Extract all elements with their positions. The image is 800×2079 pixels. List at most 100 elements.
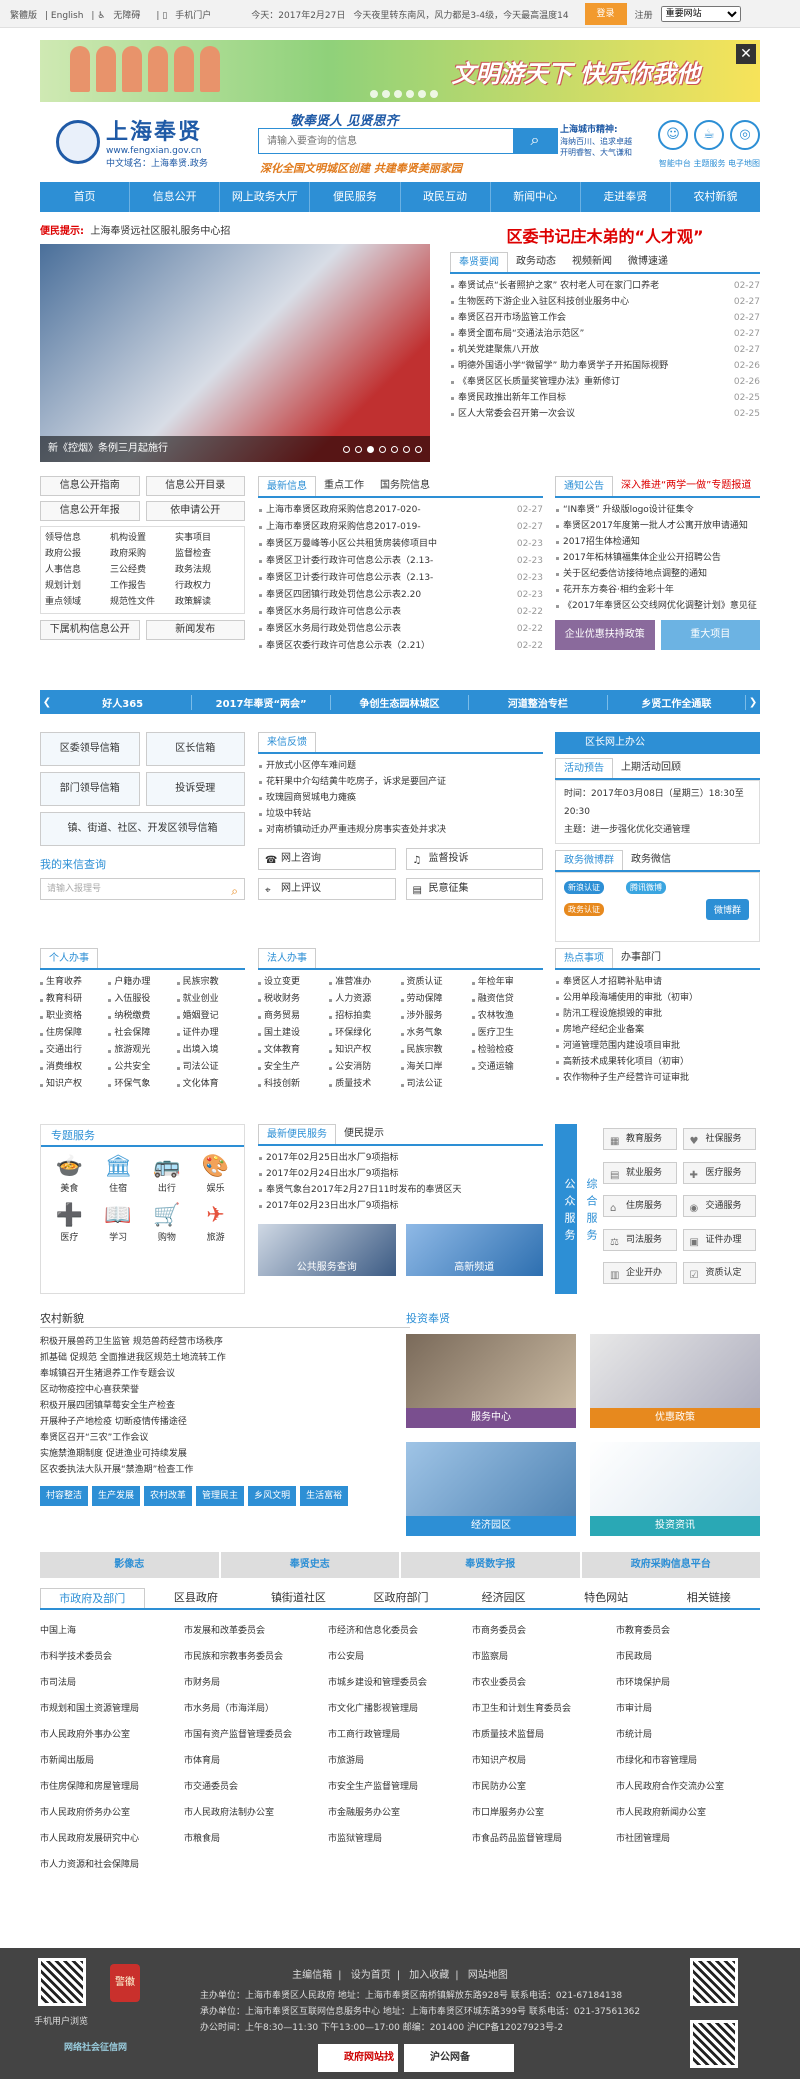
- english-link[interactable]: English: [51, 11, 84, 21]
- police-record-link[interactable]: 沪公网备 31012002003721: [404, 2044, 514, 2072]
- list-item[interactable]: 奉贤区水务局行政处罚信息公示表 02-22: [258, 621, 543, 638]
- tab-item[interactable]: 区政府部门: [350, 1588, 453, 1608]
- rural-tag-button[interactable]: 生产发展: [92, 1486, 141, 1506]
- policy-button[interactable]: 企业优惠扶持政策: [555, 620, 655, 650]
- related-link[interactable]: 市民防办公室: [472, 1774, 616, 1800]
- tab-wechat[interactable]: 政务微信: [623, 850, 679, 870]
- tab-special[interactable]: 深入推进“两学一做”专题报道: [613, 476, 759, 496]
- related-link[interactable]: 市质量技术监督局: [472, 1722, 616, 1748]
- nav-item[interactable]: 便民服务: [310, 182, 401, 212]
- grid-link[interactable]: 劳动保障: [400, 991, 472, 1008]
- grid-link[interactable]: 水务气象: [400, 1025, 472, 1042]
- grid-link[interactable]: 准营准办: [329, 974, 400, 991]
- service-tile[interactable]: 🏛 住宿: [94, 1153, 143, 1194]
- list-item[interactable]: 奉贤区召开市场监管工作会 02-27: [450, 310, 760, 326]
- feature-link[interactable]: 奉贤数字报: [401, 1552, 580, 1578]
- rural-news-item[interactable]: 区农委执法大队开展“禁渔期”检查工作: [40, 1462, 410, 1478]
- grid-link[interactable]: 公共安全: [108, 1059, 176, 1076]
- service-icon[interactable]: ☕: [694, 120, 724, 150]
- related-link[interactable]: 市食品药品监督管理局: [472, 1826, 616, 1852]
- rural-news-item[interactable]: 积极开展兽药卫生监管 规范兽药经营市场秩序: [40, 1334, 410, 1350]
- nav-item[interactable]: 农村新貌: [671, 182, 760, 212]
- related-link[interactable]: 市人民政府新闻办公室: [616, 1800, 760, 1826]
- tab-notice[interactable]: 通知公告: [555, 476, 613, 496]
- grid-link[interactable]: 行政权力: [175, 579, 240, 593]
- related-link[interactable]: 市城乡建设和管理委员会: [328, 1670, 472, 1696]
- grid-link[interactable]: 就业创业: [176, 991, 245, 1008]
- list-item[interactable]: 2017年柘林镇福集体企业公开招聘公告: [555, 550, 760, 566]
- tab-item[interactable]: 相关链接: [657, 1588, 760, 1608]
- grid-link[interactable]: 农林牧渔: [471, 1008, 543, 1025]
- related-link[interactable]: 市人民政府侨务办公室: [40, 1800, 184, 1826]
- list-item[interactable]: 奉贤试点“长者照护之家” 农村老人可在家门口养老 02-27: [450, 278, 760, 294]
- tab-item[interactable]: 特色网站: [555, 1588, 658, 1608]
- grid-link[interactable]: 监督检查: [175, 547, 240, 561]
- nav-item[interactable]: 信息公开: [130, 182, 221, 212]
- grid-link[interactable]: 知识产权: [40, 1076, 108, 1093]
- grid-link[interactable]: 人事信息: [45, 563, 110, 577]
- grid-link[interactable]: 规范性文件: [110, 595, 175, 609]
- grid-link[interactable]: 教育科研: [40, 991, 108, 1008]
- tip-text[interactable]: 上海奉贤远社区服礼服务中心招: [90, 226, 230, 237]
- related-link[interactable]: 市人民政府发展研究中心: [40, 1826, 184, 1852]
- ribbon-item[interactable]: 河道整治专栏: [469, 694, 608, 710]
- list-item[interactable]: 农作物种子生产经营许可证审批: [555, 1070, 760, 1086]
- list-item[interactable]: 垃圾中转站: [258, 806, 543, 822]
- gov-button[interactable]: 下属机构信息公开: [40, 620, 140, 640]
- grid-link[interactable]: 出境入境: [176, 1042, 245, 1059]
- tab-weibo[interactable]: 政务微博群: [555, 850, 623, 870]
- service-tile[interactable]: ✈ 旅游: [191, 1202, 240, 1243]
- public-service-button[interactable]: ⚖ 司法服务: [603, 1228, 677, 1251]
- related-link[interactable]: 市金融服务办公室: [328, 1800, 472, 1826]
- gov-button[interactable]: 信息公开目录: [145, 476, 245, 496]
- site-select[interactable]: 重要网站: [660, 6, 741, 22]
- tab-review[interactable]: 上期活动回顾: [613, 758, 689, 778]
- list-item[interactable]: 防汛工程设施损毁的审批: [555, 1006, 760, 1022]
- footer-link[interactable]: 设为首页: [351, 1970, 391, 1981]
- related-link[interactable]: 市规划和国土资源管理局: [40, 1696, 184, 1722]
- grid-link[interactable]: 涉外服务: [400, 1008, 472, 1025]
- grid-link[interactable]: 知识产权: [329, 1042, 400, 1059]
- tab-item[interactable]: 区县政府: [145, 1588, 248, 1608]
- rural-tag-button[interactable]: 乡风文明: [248, 1486, 297, 1506]
- list-item[interactable]: 奉贤气象台2017年2月27日11时发布的奉贤区天: [258, 1182, 543, 1198]
- list-item[interactable]: 对南桥镇动迁办严重违规分房事实查处并求决: [258, 822, 543, 838]
- list-item[interactable]: 关于区纪委信访接待地点调整的通知: [555, 566, 760, 582]
- list-item[interactable]: 高新技术成果转化项目（初审）: [555, 1054, 760, 1070]
- public-service-button[interactable]: ⌂ 住房服务: [603, 1195, 677, 1218]
- list-item[interactable]: 奉贤区农委行政许可信息公示表（2.21） 02-22: [258, 638, 543, 655]
- related-link[interactable]: 市司法局: [40, 1670, 184, 1696]
- service-tile[interactable]: ➕ 医疗: [45, 1202, 94, 1243]
- search-icon[interactable]: ⌕: [231, 881, 238, 901]
- grid-link[interactable]: 住房保障: [40, 1025, 108, 1042]
- service-tile[interactable]: 🛒 购物: [143, 1202, 192, 1243]
- public-service-query-link[interactable]: 公共服务查询: [258, 1224, 396, 1276]
- grid-link[interactable]: 交通运输: [471, 1059, 543, 1076]
- mayor-office-title[interactable]: 区长网上办公: [555, 732, 760, 754]
- nav-item[interactable]: 首页: [40, 182, 131, 212]
- related-link[interactable]: 市民族和宗教事务委员会: [184, 1644, 328, 1670]
- list-item[interactable]: 生物医药下游企业入驻区科技创业服务中心 02-27: [450, 294, 760, 310]
- complaint-button[interactable]: ♫ 监督投诉: [405, 848, 543, 870]
- grid-link[interactable]: 社会保障: [108, 1025, 176, 1042]
- tab-letters[interactable]: 来信反馈: [258, 732, 316, 752]
- related-link[interactable]: 市旅游局: [328, 1748, 472, 1774]
- grid-link[interactable]: 医疗卫生: [471, 1025, 543, 1042]
- related-link[interactable]: 市水务局（市海洋局）: [184, 1696, 328, 1722]
- grid-link[interactable]: 年检年审: [471, 974, 543, 991]
- related-link[interactable]: 市财务局: [184, 1670, 328, 1696]
- mailbox-button[interactable]: 投诉受理: [145, 772, 245, 806]
- tab-corporate[interactable]: 法人办事: [258, 948, 316, 968]
- grid-link[interactable]: 国土建设: [258, 1025, 329, 1042]
- close-icon[interactable]: ✕: [736, 44, 756, 64]
- public-service-button[interactable]: ▥ 企业开办: [603, 1262, 677, 1285]
- tencent-badge[interactable]: 腾讯微博: [626, 881, 666, 894]
- related-link[interactable]: 市人民政府外事办公室: [40, 1722, 184, 1748]
- grid-link[interactable]: 机构设置: [110, 531, 175, 545]
- ribbon-item[interactable]: 争创生态园林城区: [331, 694, 470, 710]
- list-item[interactable]: “IN奉贤” 升级版logo设计征集令: [555, 502, 760, 518]
- list-item[interactable]: 奉贤区2017年度第一批人才公寓开放申请通知: [555, 518, 760, 534]
- grid-link[interactable]: 海关口岸: [400, 1059, 472, 1076]
- invest-park[interactable]: 经济园区: [406, 1442, 576, 1536]
- list-item[interactable]: 《奉贤区区长质量奖管理办法》重新修订 02-26: [450, 374, 760, 390]
